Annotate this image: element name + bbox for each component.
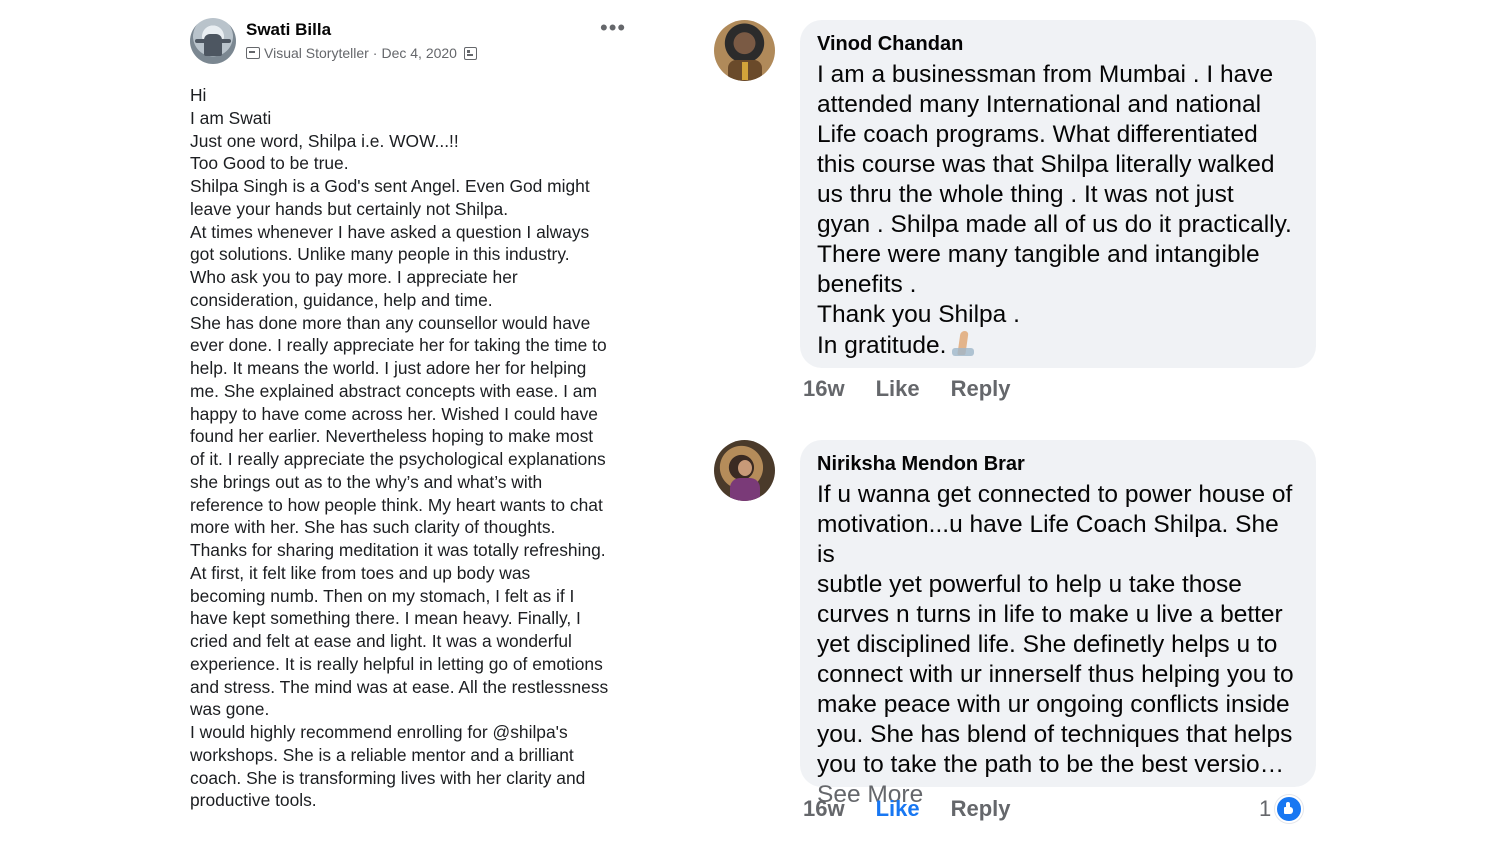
commenter-name[interactable]: Niriksha Mendon Brar [817, 452, 1298, 476]
reply-button[interactable]: Reply [951, 375, 1011, 403]
commenter-name[interactable]: Vinod Chandan [817, 32, 1298, 56]
more-options-icon[interactable]: ••• [600, 17, 626, 39]
commenter-avatar[interactable] [714, 440, 775, 501]
post-subtitle-row: Visual Storyteller · Dec 4, 2020 [246, 45, 477, 61]
separator-dot: · [372, 45, 378, 61]
comment-text-body: I am a businessman from Mumbai . I have … [817, 61, 1292, 328]
post-body: Hi I am Swati Just one word, Shilpa i.e.… [190, 85, 609, 811]
comment-bubble: Vinod Chandan I am a businessman from Mu… [800, 20, 1316, 368]
author-avatar[interactable] [190, 18, 236, 64]
folded-hands-emoji-icon [950, 330, 976, 356]
audience-icon [463, 46, 477, 60]
author-title: Visual Storyteller [264, 45, 369, 61]
comment-actions: 16w Like Reply [803, 795, 1011, 823]
post-meta: Swati Billa Visual Storyteller · Dec 4, … [246, 20, 477, 61]
like-button[interactable]: Like [876, 795, 920, 823]
reaction-summary[interactable]: 1 [1259, 795, 1304, 823]
post-author-name[interactable]: Swati Billa [246, 20, 477, 40]
comment-actions: 16w Like Reply [803, 375, 1011, 403]
post-date[interactable]: Dec 4, 2020 [381, 45, 457, 61]
thumbs-up-icon [1275, 795, 1304, 823]
comment-text: If u wanna get connected to power house … [817, 481, 1294, 778]
comment-timestamp[interactable]: 16w [803, 795, 845, 823]
post: Swati Billa Visual Storyteller · Dec 4, … [190, 17, 640, 812]
post-header: Swati Billa Visual Storyteller · Dec 4, … [190, 17, 640, 64]
comment-text-last-line: In gratitude. [817, 332, 947, 359]
badge-icon [246, 47, 260, 59]
commenter-avatar[interactable] [714, 20, 775, 81]
like-button[interactable]: Like [876, 375, 920, 403]
comment-bubble: Niriksha Mendon Brar If u wanna get conn… [800, 440, 1316, 808]
comment-text: I am a businessman from Mumbai . I have … [817, 60, 1298, 361]
comment-timestamp[interactable]: 16w [803, 375, 845, 403]
reaction-count: 1 [1259, 796, 1272, 821]
reply-button[interactable]: Reply [951, 795, 1011, 823]
